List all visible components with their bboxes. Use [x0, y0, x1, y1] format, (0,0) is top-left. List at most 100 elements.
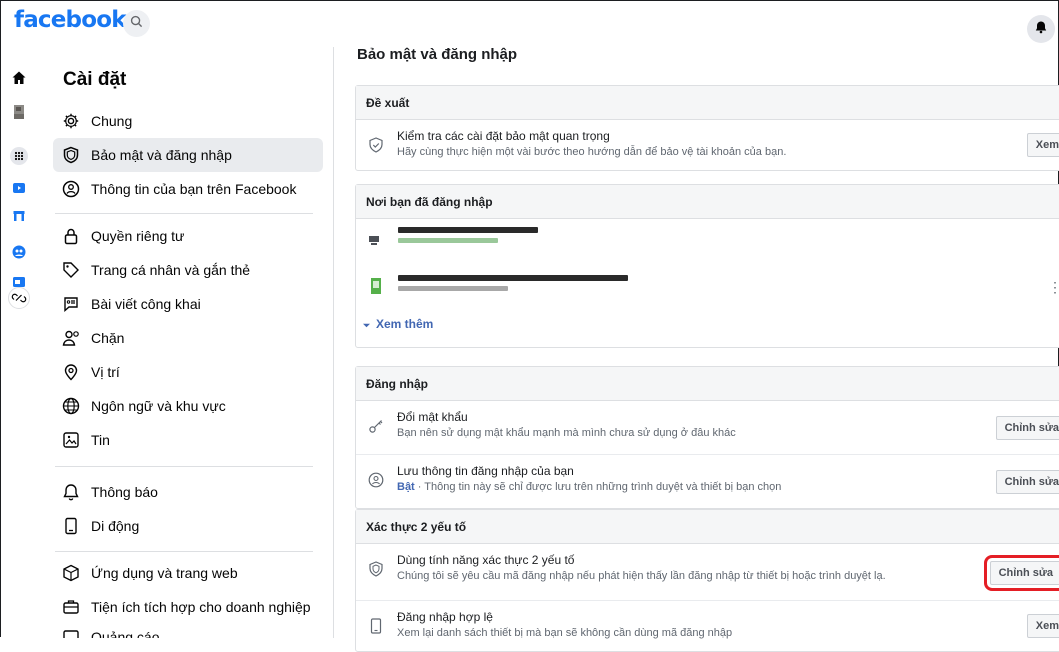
section-header: Nơi bạn đã đăng nhập [356, 185, 1059, 219]
sidebar-item-label: Thông tin của bạn trên Facebook [91, 181, 297, 197]
sidebar-item-general[interactable]: Chung [53, 104, 323, 138]
see-more-link[interactable]: Xem thêm [376, 317, 433, 331]
sidebar-item-notifications[interactable]: Thông báo [53, 475, 323, 509]
block-user-icon [61, 328, 81, 348]
groups-icon[interactable] [10, 243, 28, 261]
search-button[interactable] [123, 10, 150, 37]
session-row-mobile[interactable]: ⋮ [356, 265, 1059, 313]
sidebar-item-label: Bảo mật và đăng nhập [91, 147, 232, 163]
location-icon [61, 362, 81, 382]
mobile-icon [61, 516, 81, 536]
caret-down-icon [363, 323, 370, 328]
sidebar-item-business-integrations[interactable]: Tiện ích tích hợp cho doanh nghiệp [53, 590, 323, 624]
sidebar-item-privacy[interactable]: Quyền riêng tư [53, 219, 323, 253]
sidebar-item-label: Tiện ích tích hợp cho doanh nghiệp [91, 599, 311, 615]
apps-grid-icon[interactable] [10, 147, 28, 165]
apps-icon [61, 563, 81, 583]
row-subtitle: Xem lại danh sách thiết bị mà bạn sẽ khô… [397, 627, 733, 639]
sidebar-divider [55, 551, 313, 552]
marketplace-icon[interactable] [10, 207, 28, 225]
desktop-icon [367, 231, 385, 249]
sidebar-divider [55, 466, 313, 467]
sidebar-item-your-info[interactable]: Thông tin của bạn trên Facebook [53, 172, 323, 206]
user-circle-icon [367, 471, 385, 489]
sidebar-item-label: Tin [91, 432, 110, 448]
save-login-info-row[interactable]: Lưu thông tin đăng nhập của bạn Bật · Th… [356, 455, 1059, 508]
sidebar-item-label: Quyền riêng tư [91, 228, 185, 244]
row-subtitle: Hãy cùng thực hiện một vài bước theo hướ… [397, 146, 787, 158]
sidebar-item-location[interactable]: Vị trí [53, 355, 323, 389]
status-on-label: Bật [397, 481, 415, 493]
sidebar-item-apps[interactable]: Ứng dụng và trang web [53, 556, 323, 590]
link-icon[interactable] [8, 287, 30, 309]
redacted-device-location [398, 238, 498, 243]
sidebar-item-security[interactable]: Bảo mật và đăng nhập [53, 138, 323, 172]
shield-check-icon [367, 136, 385, 154]
bell-icon [61, 482, 81, 502]
section-header: Đăng nhập [356, 367, 1059, 401]
row-subtitle-text: · Thông tin này sẽ chỉ được lưu trên nhữ… [414, 481, 782, 493]
sidebar-item-label: Bài viết công khai [91, 296, 201, 312]
bell-icon [1034, 20, 1048, 39]
sidebar-title: Cài đặt [63, 69, 127, 90]
sidebar-item-ads[interactable]: Quảng cáo [53, 625, 323, 638]
row-title: Dùng tính năng xác thực 2 yếu tố [397, 553, 575, 567]
sidebar-item-label: Vị trí [91, 364, 120, 380]
sidebar-item-mobile[interactable]: Di động [53, 509, 323, 543]
sidebar-item-label: Chặn [91, 330, 125, 346]
home-icon[interactable] [10, 69, 28, 87]
notifications-button[interactable] [1027, 15, 1055, 43]
security-checkup-row[interactable]: Kiểm tra các cài đặt bảo mật quan trọng … [356, 120, 1059, 170]
view-button[interactable]: Xem [1026, 133, 1059, 157]
settings-sidebar: Cài đặt Chung Bảo mật và đăng nhập Thông… [41, 47, 334, 638]
row-title: Kiểm tra các cài đặt bảo mật quan trọng [397, 129, 610, 143]
mobile-device-icon [367, 277, 385, 295]
sidebar-item-profile-tagging[interactable]: Trang cá nhân và gắn thẻ [53, 253, 323, 287]
more-options-icon[interactable]: ⋮ [1048, 279, 1059, 296]
info-user-icon [61, 179, 81, 199]
section-header: Đề xuất [356, 86, 1059, 120]
recommended-section: Đề xuất Kiểm tra các cài đặt bảo mật qua… [355, 85, 1059, 171]
facebook-logo[interactable]: facebook [14, 7, 127, 33]
gear-icon [61, 111, 81, 131]
change-password-row[interactable]: Đổi mật khẩu Bạn nên sử dụng mật khẩu mạ… [356, 401, 1059, 455]
row-title: Đổi mật khẩu [397, 410, 468, 424]
row-subtitle: Chúng tôi sẽ yêu cầu mã đăng nhập nếu ph… [397, 570, 886, 582]
row-subtitle: Bật · Thông tin này sẽ chỉ được lưu trên… [397, 481, 781, 493]
sidebar-divider [55, 213, 313, 214]
section-header: Xác thực 2 yếu tố [356, 510, 1059, 544]
key-icon [367, 417, 385, 435]
login-section: Đăng nhập Đổi mật khẩu Bạn nên sử dụng m… [355, 366, 1059, 509]
story-icon [61, 430, 81, 450]
edit-save-login-button[interactable]: Chỉnh sửa [995, 470, 1059, 494]
globe-icon [61, 396, 81, 416]
sidebar-item-label: Thông báo [91, 484, 158, 500]
watch-icon[interactable] [10, 179, 28, 197]
redacted-device-name [398, 227, 538, 233]
view-authorized-logins-button[interactable]: Xem [1026, 614, 1059, 638]
two-factor-row[interactable]: Dùng tính năng xác thực 2 yếu tố Chúng t… [356, 544, 1059, 601]
shield-icon [61, 145, 81, 165]
page-title: Bảo mật và đăng nhập [357, 46, 518, 63]
authorized-logins-row[interactable]: Đăng nhập hợp lệ Xem lại danh sách thiết… [356, 601, 1059, 651]
where-logged-in-section: Nơi bạn đã đăng nhập ⋮ Xem thêm [355, 184, 1059, 348]
search-icon [130, 15, 143, 33]
sidebar-item-label: Trang cá nhân và gắn thẻ [91, 262, 251, 278]
row-subtitle: Bạn nên sử dụng mật khẩu mạnh mà mình ch… [397, 427, 736, 439]
sidebar-item-label: Ngôn ngữ và khu vực [91, 398, 226, 414]
shield-icon [367, 560, 385, 578]
edit-password-button[interactable]: Chỉnh sửa [995, 416, 1059, 440]
sidebar-item-language[interactable]: Ngôn ngữ và khu vực [53, 389, 323, 423]
left-rail [1, 47, 41, 638]
edit-two-factor-button[interactable]: Chỉnh sửa [983, 555, 1059, 591]
sidebar-item-blocking[interactable]: Chặn [53, 321, 323, 355]
redacted-device-location [398, 286, 508, 291]
tag-icon [61, 260, 81, 280]
session-row-desktop[interactable] [356, 219, 1059, 265]
sidebar-item-label: Ứng dụng và trang web [91, 565, 238, 581]
sidebar-item-stories[interactable]: Tin [53, 423, 323, 457]
avatar[interactable] [10, 103, 28, 121]
see-more-row[interactable]: Xem thêm [356, 313, 1059, 347]
sidebar-item-public-posts[interactable]: Bài viết công khai [53, 287, 323, 321]
two-factor-section: Xác thực 2 yếu tố Dùng tính năng xác thự… [355, 509, 1059, 652]
